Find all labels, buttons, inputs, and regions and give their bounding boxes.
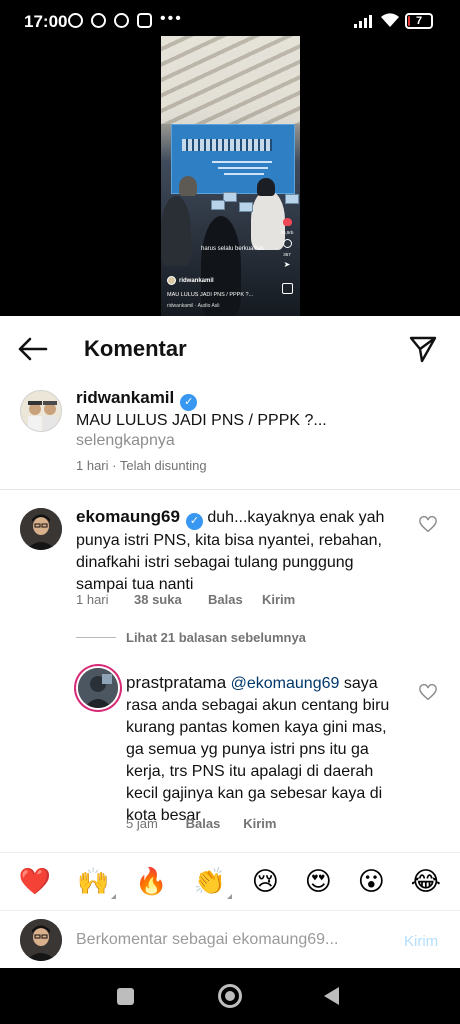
emoji-heart[interactable]: ❤️ <box>19 867 51 897</box>
avatar-image <box>21 391 61 431</box>
page-title: Komentar <box>84 336 187 361</box>
reply-comment: prastpratama @ekomaung69 saya rasa anda … <box>0 660 460 850</box>
verified-icon: ✓ <box>185 513 203 530</box>
comment-time: 1 hari <box>76 592 109 607</box>
avatar-image <box>20 919 62 961</box>
view-previous-replies[interactable]: Lihat 21 balasan sebelumnya <box>76 630 306 645</box>
comment-text-block: ekomaung69 ✓ duh...kayaknya enak yah puny… <box>76 506 398 596</box>
whatsapp-icon <box>91 13 106 28</box>
reply-username[interactable]: prastpratama <box>126 673 226 692</box>
reply-mention[interactable]: @ekomaung69 <box>231 675 340 692</box>
battery-text: 7 <box>415 15 423 27</box>
avatar[interactable] <box>78 668 118 708</box>
emoji-heart-eyes[interactable]: 😍 <box>305 867 332 897</box>
comment-input[interactable] <box>76 925 388 955</box>
alarm-icon <box>68 13 83 28</box>
post-comment-button[interactable]: Kirim <box>404 933 438 950</box>
emoji-crying[interactable]: 😢 <box>252 867 279 897</box>
post-caption: ridwankamil ✓ MAU LULUS JADI PNS / PPPK ?… <box>0 382 460 490</box>
reply-text: saya rasa anda sebagai akun centang biru… <box>126 675 390 824</box>
video-author-avatar[interactable] <box>167 276 176 285</box>
video-author[interactable]: ridwankamil <box>179 278 214 284</box>
video-action-rail: 25,9rb 367 ➤ <box>279 218 295 294</box>
avatar[interactable] <box>20 390 62 432</box>
status-bar: 17:00 ••• 7 <box>0 0 460 36</box>
video-audio[interactable]: ridwankamil · Audio Asli <box>167 303 220 309</box>
post-username[interactable]: ridwankamil <box>76 388 174 407</box>
reply-reply-button[interactable]: Balas <box>186 816 240 831</box>
emoji-laughing[interactable]: 😂 <box>411 867 441 897</box>
back-button[interactable] <box>324 987 339 1005</box>
reply-time: 5 jam <box>126 816 158 831</box>
heart-icon[interactable] <box>419 516 437 534</box>
reply-text-block: prastpratama @ekomaung69 saya rasa anda … <box>126 672 406 827</box>
comment-send-button[interactable]: Kirim <box>262 592 295 607</box>
emoji-quick-bar: ❤️ 🙌 🔥 👏 😢 😍 😮 😂 <box>0 852 460 910</box>
emoji-fire[interactable]: 🔥 <box>135 867 167 897</box>
verified-icon: ✓ <box>180 394 198 411</box>
video-like-icon[interactable] <box>282 218 292 226</box>
battery-level <box>408 16 410 26</box>
view-replies-label: Lihat 21 balasan sebelumnya <box>126 630 306 645</box>
emoji-clapping[interactable]: 👏 <box>194 867 232 899</box>
avatar-image <box>78 668 118 708</box>
post-author[interactable]: ridwankamil ✓ <box>76 388 198 411</box>
comment: ekomaung69 ✓ duh...kayaknya enak yah puny… <box>0 490 460 620</box>
recents-button[interactable] <box>117 988 134 1005</box>
status-time: 17:00 <box>24 12 68 31</box>
back-arrow-icon[interactable] <box>16 336 48 362</box>
video-title: MAU LULUS JADI PNS / PPPK ?... <box>167 292 254 298</box>
battery-icon: 7 <box>405 13 433 29</box>
avatar[interactable] <box>20 508 62 550</box>
wifi-icon <box>381 13 399 27</box>
video-comment-icon[interactable] <box>282 239 292 248</box>
video-like-count: 25,9rb <box>280 230 294 235</box>
comment-composer: Kirim <box>0 910 460 968</box>
comment-username[interactable]: ekomaung69 <box>76 507 180 526</box>
post-text: MAU LULUS JADI PNS / PPPK ?... <box>76 412 327 429</box>
video-ceiling <box>161 36 300 124</box>
home-button[interactable] <box>218 984 242 1008</box>
more-notifications-icon: ••• <box>160 10 183 27</box>
avatar <box>20 919 62 961</box>
heart-icon[interactable] <box>419 684 437 702</box>
comments-header: Komentar <box>0 316 460 382</box>
reply-send-button[interactable]: Kirim <box>243 816 276 831</box>
video-caption-overlay: harus selalu berkualitas <box>201 246 265 252</box>
video-comment-count: 367 <box>283 252 291 257</box>
signal-icon <box>354 14 372 28</box>
video-audio-thumb[interactable] <box>281 283 293 294</box>
comment-reply-button[interactable]: Balas <box>208 592 262 607</box>
system-nav-bar <box>0 968 460 1024</box>
screen: 17:00 ••• 7 harus selalu berkualitas 25,… <box>0 0 460 1024</box>
notification-icons <box>68 13 152 28</box>
comment-like-count[interactable]: 38 suka <box>134 592 208 607</box>
reel-video[interactable]: harus selalu berkualitas 25,9rb 367 ➤ ri… <box>161 36 300 316</box>
send-icon[interactable] <box>408 334 438 364</box>
see-more-link[interactable]: selengkapnya <box>76 432 175 450</box>
emoji-surprised[interactable]: 😮 <box>358 867 385 897</box>
video-background: harus selalu berkualitas 25,9rb 367 ➤ ri… <box>0 36 460 316</box>
reply-meta: 5 jam Balas Kirim <box>126 816 276 831</box>
avatar-image <box>20 508 62 550</box>
comment-meta: 1 hari 38 suka Balas Kirim <box>76 592 295 607</box>
emoji-raising-hands[interactable]: 🙌 <box>77 867 116 899</box>
messenger-icon <box>114 13 129 28</box>
post-meta: 1 hari · Telah disunting <box>76 458 207 473</box>
instagram-icon <box>137 13 152 28</box>
video-send-icon[interactable]: ➤ <box>284 261 291 269</box>
